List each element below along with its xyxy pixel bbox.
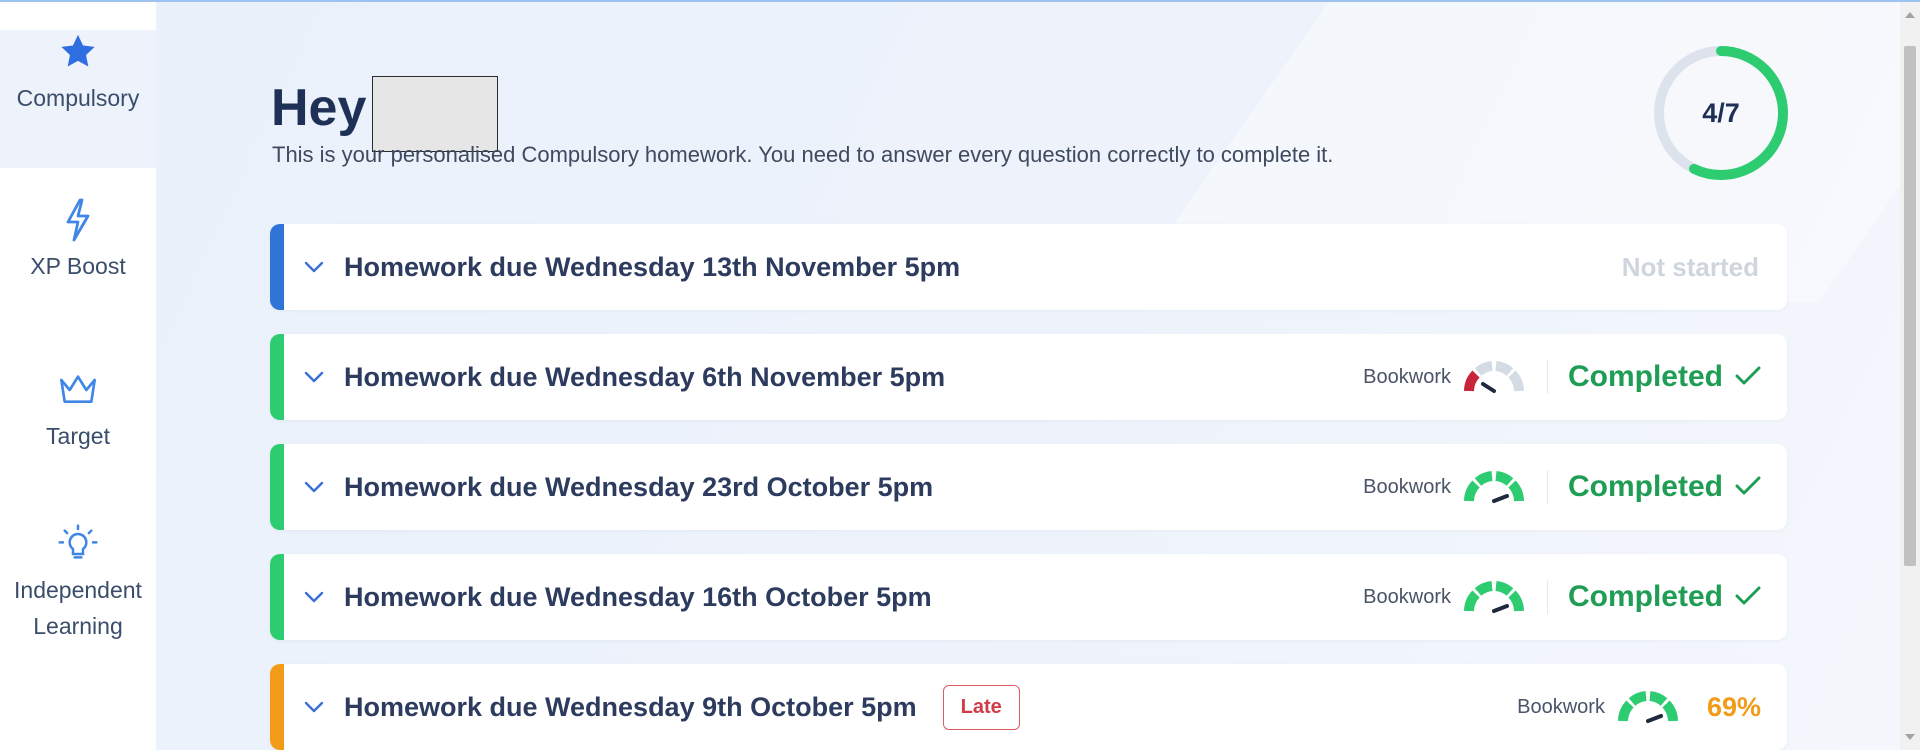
sidebar-item-target[interactable]: Target — [0, 368, 156, 488]
homework-title: Homework due Wednesday 6th November 5pm — [344, 361, 946, 392]
scrollbar-thumb[interactable] — [1904, 46, 1916, 566]
homework-title: Homework due Wednesday 9th October 5pm — [344, 691, 917, 722]
homework-row[interactable]: Homework due Wednesday 6th November 5pm … — [270, 334, 1787, 420]
sidebar-item-label: Independent Learning — [14, 577, 142, 639]
scroll-up-arrow-icon[interactable] — [1900, 2, 1920, 28]
main-content: Hey This is your personalised Compulsory… — [156, 2, 1900, 750]
checkmark-icon — [1735, 470, 1761, 504]
homework-row[interactable]: Homework due Wednesday 23rd October 5pm … — [270, 444, 1787, 530]
row-accent-bar — [270, 554, 284, 640]
homework-title: Homework due Wednesday 23rd October 5pm — [344, 471, 934, 502]
bookwork-gauge-high-icon — [1463, 467, 1525, 507]
page-title: Hey — [271, 79, 367, 137]
homework-row[interactable]: Homework due Wednesday 13th November 5pm… — [270, 224, 1787, 310]
sidebar-item-label: XP Boost — [30, 253, 126, 279]
lightning-icon — [62, 198, 94, 242]
checkmark-icon — [1735, 580, 1761, 614]
bookwork-gauge-high-icon — [1617, 687, 1679, 727]
status-label: Completed — [1567, 580, 1723, 613]
row-accent-bar — [270, 444, 284, 530]
divider — [1546, 580, 1548, 614]
sidebar-item-xp-boost[interactable]: XP Boost — [0, 198, 156, 318]
chevron-down-icon[interactable] — [304, 586, 326, 608]
bookwork-label: Bookwork — [1363, 365, 1451, 388]
bookwork-gauge-high-icon — [1463, 577, 1525, 617]
checkmark-icon — [1735, 360, 1761, 394]
sidebar-item-independent-learning[interactable]: Independent Learning — [0, 522, 156, 672]
progress-count: 4/7 — [1702, 97, 1740, 128]
status-label: Completed — [1567, 360, 1723, 393]
sidebar-item-label: Target — [46, 423, 110, 449]
sidebar-item-label: Compulsory — [16, 85, 140, 111]
homework-row[interactable]: Homework due Wednesday 16th October 5pm … — [270, 554, 1787, 640]
score-percent: 69% — [1706, 691, 1761, 722]
row-accent-bar — [270, 224, 284, 310]
status-not-started: Not started — [1621, 251, 1759, 282]
row-accent-bar — [270, 334, 284, 420]
row-accent-bar — [270, 664, 284, 750]
sidebar-item-compulsory[interactable]: Compulsory — [0, 30, 156, 168]
lightbulb-icon — [58, 522, 98, 566]
status-completed: Completed — [1568, 470, 1761, 504]
bookwork-gauge-low-icon — [1463, 357, 1525, 397]
star-icon — [57, 30, 99, 74]
bookwork-label: Bookwork — [1363, 585, 1451, 608]
bookwork-label: Bookwork — [1363, 475, 1451, 498]
homework-title: Homework due Wednesday 13th November 5pm — [344, 251, 961, 282]
divider — [1546, 470, 1548, 504]
chevron-down-icon[interactable] — [304, 366, 326, 388]
page-subtitle: This is your personalised Compulsory hom… — [272, 142, 1334, 167]
vertical-scrollbar[interactable] — [1900, 2, 1920, 750]
progress-ring: 4/7 — [1650, 42, 1792, 184]
chevron-down-icon[interactable] — [304, 476, 326, 498]
sidebar: Compulsory XP Boost Target Independent L… — [0, 2, 156, 750]
bookwork-label: Bookwork — [1517, 695, 1605, 718]
crown-icon — [58, 368, 98, 412]
homework-row[interactable]: Homework due Wednesday 9th October 5pm L… — [270, 664, 1787, 750]
chevron-down-icon[interactable] — [304, 256, 326, 278]
chevron-down-icon[interactable] — [304, 696, 326, 718]
divider — [1546, 360, 1548, 394]
redacted-username — [372, 76, 499, 152]
late-badge: Late — [942, 684, 1020, 730]
homework-title: Homework due Wednesday 16th October 5pm — [344, 581, 932, 612]
status-completed: Completed — [1568, 580, 1761, 614]
status-label: Completed — [1567, 470, 1723, 503]
scroll-down-arrow-icon[interactable] — [1900, 724, 1920, 750]
greeting-row: Hey — [271, 62, 499, 152]
status-completed: Completed — [1568, 360, 1761, 394]
